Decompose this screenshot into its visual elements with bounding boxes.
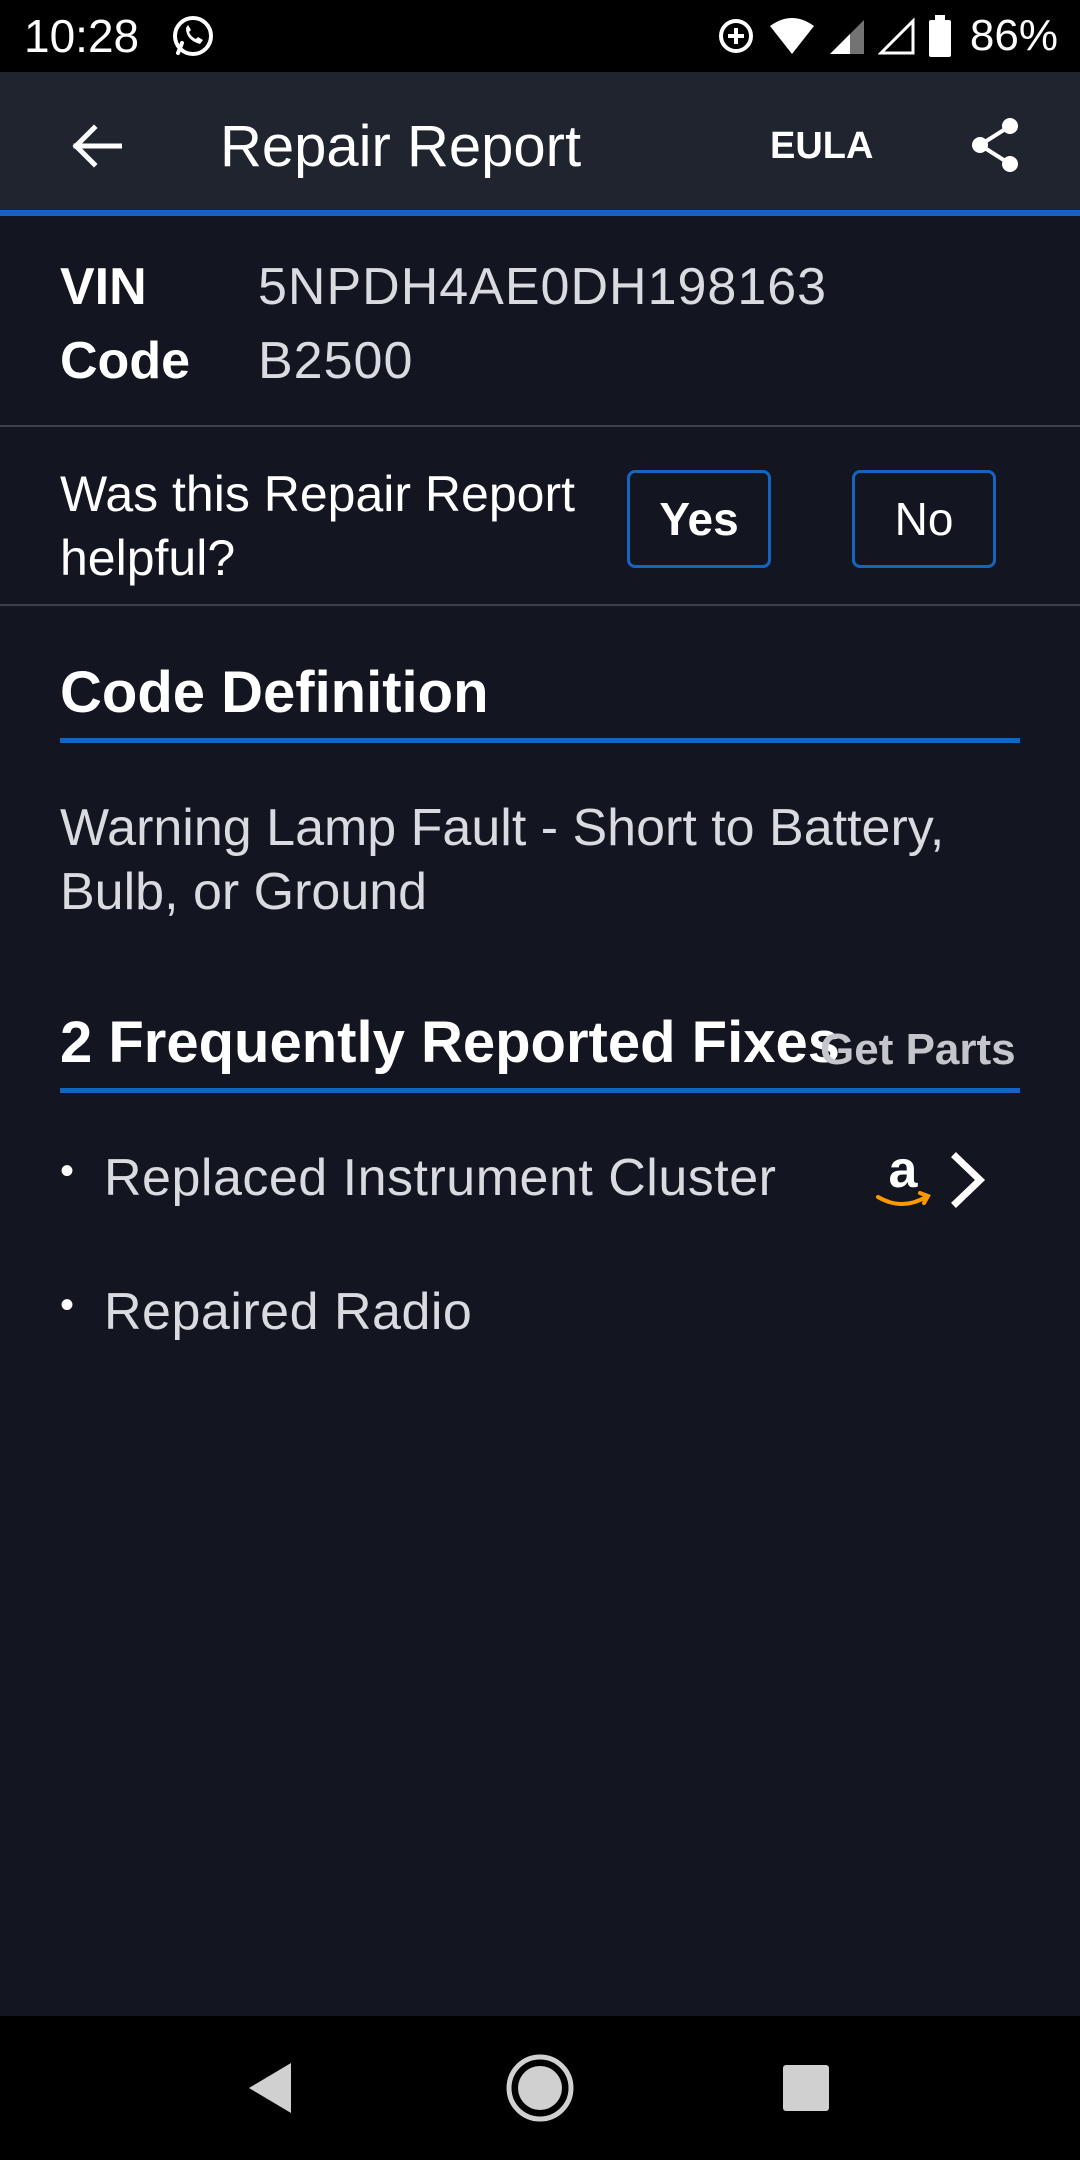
status-time: 10:28 [24,10,140,62]
no-button[interactable]: No [852,470,996,568]
chevron-right-icon [951,1152,986,1208]
divider [0,604,1080,606]
battery-icon [928,15,951,57]
wifi-icon [769,18,814,54]
eula-button[interactable]: EULA [770,118,873,174]
section-rule [60,1088,1020,1093]
vin-row: VIN 5NPDH4AE0DH198163 [60,250,827,324]
code-value: B2500 [258,332,414,390]
fix-label: Replaced Instrument Cluster [104,1149,777,1207]
share-button[interactable] [960,110,1030,180]
arrow-left-icon [72,124,122,168]
whatsapp-icon [173,16,213,56]
app-bar-accent-line [0,210,1080,216]
bullet: • [60,1149,75,1193]
bullet: • [60,1283,75,1327]
signal-icon [829,20,864,54]
amazon-icon: a [876,1147,931,1206]
status-bar: 10:28 86% [0,0,1080,72]
list-item: • Repaired Radio [60,1272,1020,1352]
home-circle-icon [506,2054,574,2122]
code-definition-title: Code Definition [60,660,489,725]
code-label: Code [60,332,190,390]
svg-text:a: a [889,1147,919,1199]
vehicle-info: VIN 5NPDH4AE0DH198163 Code B2500 [60,250,827,398]
status-icons: 86% [716,8,1058,64]
data-saver-icon [718,19,753,53]
back-triangle-icon [249,2063,291,2113]
back-button[interactable] [50,110,142,182]
section-rule [60,738,1020,743]
helpful-question: Was this Repair Report helpful? [60,466,575,586]
share-icon [972,118,1018,172]
recents-square-icon [783,2065,829,2111]
page-title: Repair Report [220,114,582,179]
yes-button[interactable]: Yes [627,470,771,568]
fixes-title: 2 Frequently Reported Fixes [60,1010,840,1075]
divider [0,425,1080,427]
vin-value: 5NPDH4AE0DH198163 [258,258,828,316]
code-row: Code B2500 [60,324,827,398]
vin-label: VIN [60,258,147,316]
code-definition-text: Warning Lamp Fault - Short to Battery, B… [60,799,945,921]
fix-label: Repaired Radio [104,1283,473,1341]
amazon-parts-link[interactable]: a [872,1140,1002,1220]
nav-back-button[interactable] [222,2040,318,2136]
battery-percent: 86% [969,11,1058,60]
get-parts-link[interactable]: Get Parts [820,1020,1016,1080]
nav-recents-button[interactable] [758,2040,854,2136]
signal-empty-icon [877,17,915,55]
screen: 10:28 86% Repair Report EULA VIN 5NPDH4A… [0,0,1080,2160]
nav-home-button[interactable] [492,2040,588,2136]
